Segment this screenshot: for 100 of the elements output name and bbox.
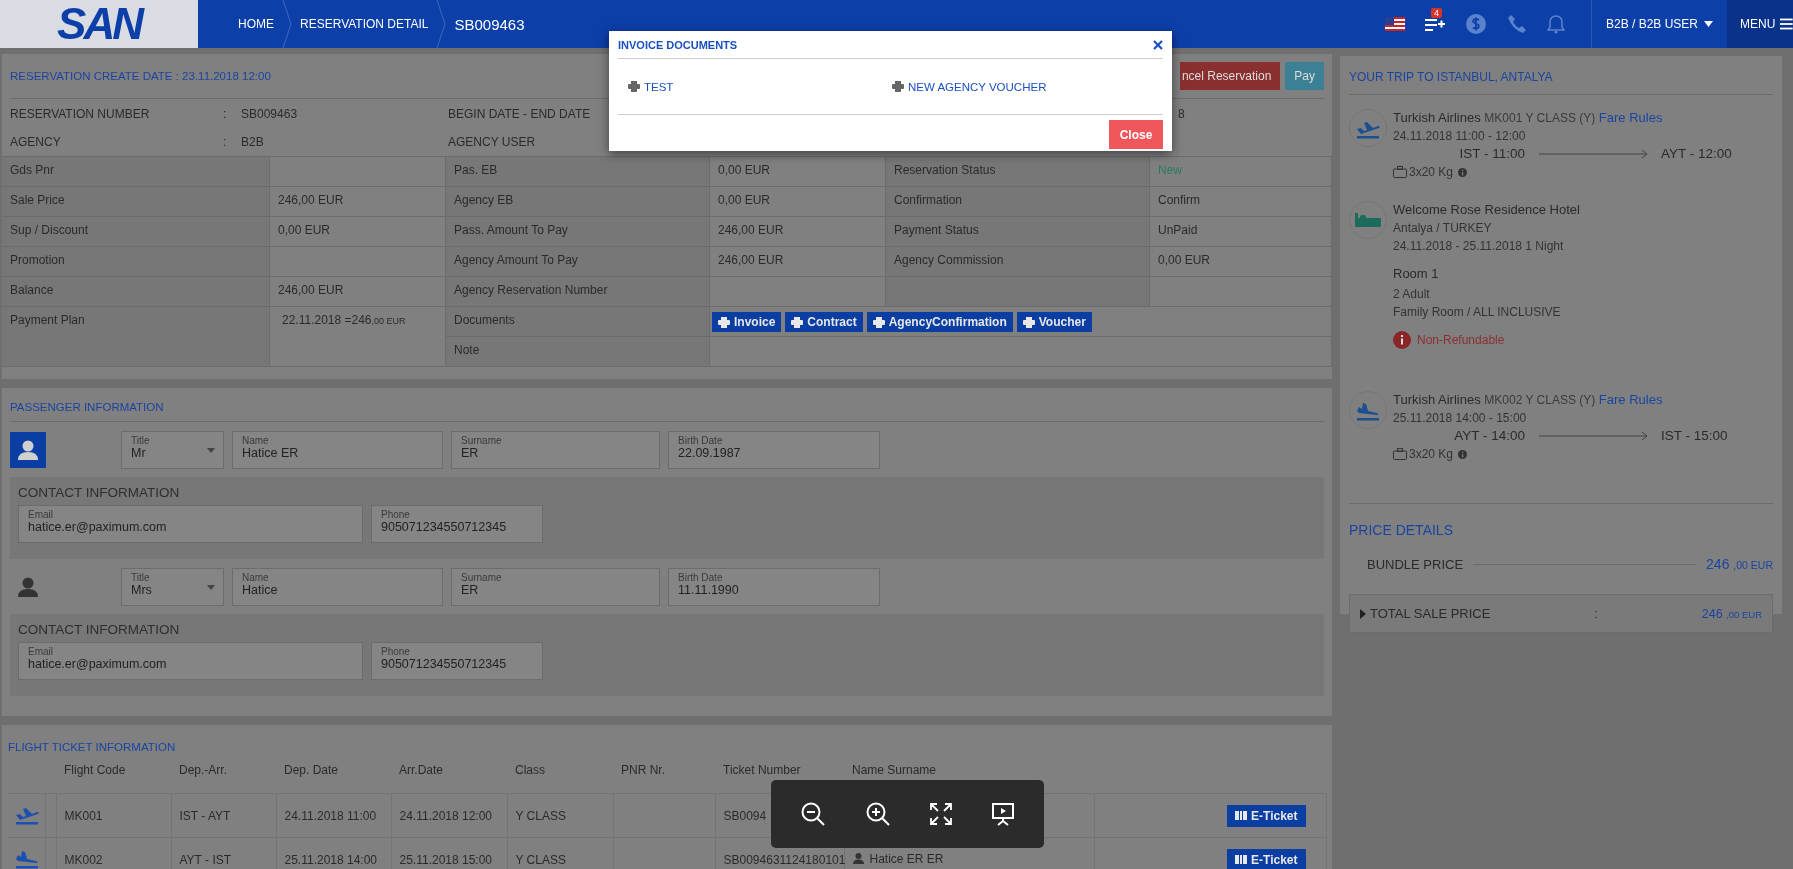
info-icon	[1458, 449, 1468, 459]
document-button[interactable]: AgencyConfirmation	[866, 312, 1013, 332]
status-text: New	[1150, 157, 1332, 187]
field-value: Confirm	[1150, 187, 1332, 217]
user-icon	[852, 853, 864, 865]
arrival-time: AYT - 12:00	[1661, 145, 1732, 163]
table-cell: 24.11.2018 11:00	[284, 808, 377, 823]
field-label: Documents	[446, 307, 710, 337]
column-header: Ticket Number	[723, 763, 801, 777]
document-button[interactable]: Invoice	[712, 312, 782, 332]
column-header: Dep. Date	[284, 763, 339, 777]
field-label: Promotion	[2, 247, 270, 277]
arrival-time: IST - 15:00	[1661, 427, 1728, 445]
field-value: 0,00 EUR	[710, 187, 886, 217]
breadcrumb-link[interactable]: SB009463	[454, 15, 525, 33]
flight-time: 24.11.2018 11:00 - 12:00	[1393, 128, 1527, 145]
field-label: Agency Amount To Pay	[446, 247, 710, 277]
cancel-button[interactable]: ncel Reservation	[1179, 62, 1281, 90]
table-cell: Y CLASS	[515, 852, 566, 867]
zoom-out-icon[interactable]	[800, 801, 827, 827]
price-amount: 246 ,00 EUR	[1706, 556, 1773, 572]
table-cell: AYT - IST	[179, 852, 232, 867]
breadcrumb-link[interactable]: HOME	[238, 17, 274, 31]
table-cell: Hatice ER ER	[869, 851, 944, 866]
ticket-icon	[1235, 855, 1248, 864]
bed-icon	[1355, 213, 1381, 227]
document-link[interactable]: TEST	[628, 80, 892, 93]
field-label: AGENCY USER	[448, 135, 536, 151]
input-field[interactable]: Birth Date 22.09.1987	[668, 431, 880, 469]
input-field[interactable]: Phone 905071234550712345	[371, 505, 543, 543]
caret-icon	[1704, 21, 1713, 27]
chevron-icon	[282, 0, 292, 48]
input-field[interactable]: Surname ER	[451, 568, 660, 606]
input-field[interactable]: Phone 905071234550712345	[371, 642, 543, 680]
field-value: UnPaid	[1150, 217, 1332, 247]
zoom-in-icon[interactable]	[865, 801, 892, 827]
field-label: Payment Status	[886, 217, 1150, 247]
field-value: B2B	[241, 135, 264, 151]
section-title: PASSENGER INFORMATION	[10, 388, 1324, 422]
logo[interactable]: SAN	[0, 0, 198, 48]
table-cell: 25.11.2018 14:00	[284, 852, 378, 867]
pay-button[interactable]: Pay	[1285, 62, 1324, 90]
arrow-icon	[1539, 149, 1649, 159]
field-label: RESERVATION NUMBER	[10, 107, 150, 123]
select-field[interactable]: Title Mr	[121, 431, 224, 469]
input-field[interactable]: Birth Date 11.11.1990	[668, 568, 880, 606]
input-field[interactable]: Email hatice.er@paximum.com	[18, 642, 363, 680]
close-button[interactable]: Close	[1109, 120, 1163, 149]
hotel-location: Antalya / TURKEY	[1393, 220, 1493, 237]
table-cell: 25.11.2018 15:00	[399, 852, 493, 867]
document-button[interactable]: Voucher	[1016, 312, 1092, 332]
column-header: Dep.-Arr.	[179, 763, 227, 777]
document-link[interactable]: NEW AGENCY VOUCHER	[892, 80, 1156, 93]
refund-policy: Non-Refundable	[1417, 332, 1505, 349]
baggage-text: 3x20 Kg	[1409, 446, 1454, 463]
field-label: Sup / Discount	[2, 217, 270, 247]
field-label: BEGIN DATE - END DATE	[448, 107, 591, 123]
input-field[interactable]: Name Hatice ER	[232, 431, 443, 469]
menu-button[interactable]: MENU	[1727, 0, 1793, 48]
field-label: Balance	[2, 277, 270, 307]
baggage-text: 3x20 Kg	[1409, 164, 1454, 181]
e-ticket-button[interactable]: E-Ticket	[1227, 804, 1306, 827]
table-cell: Y CLASS	[515, 808, 566, 823]
room-type: Family Room / ALL INCLUSIVE	[1393, 304, 1562, 321]
menu-icon	[1780, 18, 1793, 30]
caret-icon	[207, 585, 215, 590]
e-ticket-button[interactable]: E-Ticket	[1227, 848, 1306, 869]
field-label: AGENCY	[10, 135, 61, 151]
price-label: TOTAL SALE PRICE	[1370, 606, 1491, 621]
flight-title: Turkish Airlines MK001 Y CLASS (Y) Fare Rules	[1393, 109, 1664, 127]
fare-rules-link[interactable]: Fare Rules	[1598, 110, 1663, 125]
add-list-icon[interactable]	[1424, 16, 1445, 32]
column-header: Arr.Date	[399, 763, 443, 777]
field-label: Gds Pnr	[2, 157, 270, 187]
field-value: 0,00 EUR	[1150, 247, 1332, 277]
departure-time: IST - 11:00	[1458, 145, 1525, 163]
breadcrumb-link[interactable]: RESERVATION DETAIL	[300, 17, 429, 31]
flight-time: 25.11.2018 14:00 - 15:00	[1393, 410, 1528, 427]
column-header: PNR Nr.	[621, 763, 665, 777]
field-label: Agency Commission	[886, 247, 1150, 277]
luggage-icon	[1393, 448, 1407, 460]
document-button[interactable]: Contract	[785, 312, 863, 332]
field-value: 0,00 EUR	[710, 157, 886, 187]
separator: :	[223, 135, 227, 151]
notification-badge: 4	[1430, 8, 1442, 18]
table-cell: MK001	[64, 808, 103, 823]
column-header: Name Surname	[852, 763, 937, 777]
section-subtitle: CONTACT INFORMATION	[18, 622, 181, 637]
select-field[interactable]: Title Mrs	[121, 568, 224, 606]
slideshow-icon[interactable]	[990, 802, 1015, 826]
flag-icon[interactable]	[1384, 17, 1405, 31]
input-field[interactable]: Email hatice.er@paximum.com	[18, 505, 363, 543]
input-field[interactable]: Surname ER	[451, 431, 660, 469]
input-field[interactable]: Name Hatice	[232, 568, 443, 606]
chevron-icon	[436, 0, 447, 48]
total-price-row[interactable]: TOTAL SALE PRICE : 246 ,00 EUR	[1349, 594, 1773, 633]
table-cell: 24.11.2018 12:00	[399, 808, 493, 823]
fare-rules-link[interactable]: Fare Rules	[1598, 392, 1663, 407]
fullscreen-icon[interactable]	[929, 803, 952, 825]
field-label: Agency Reservation Number	[446, 277, 710, 307]
